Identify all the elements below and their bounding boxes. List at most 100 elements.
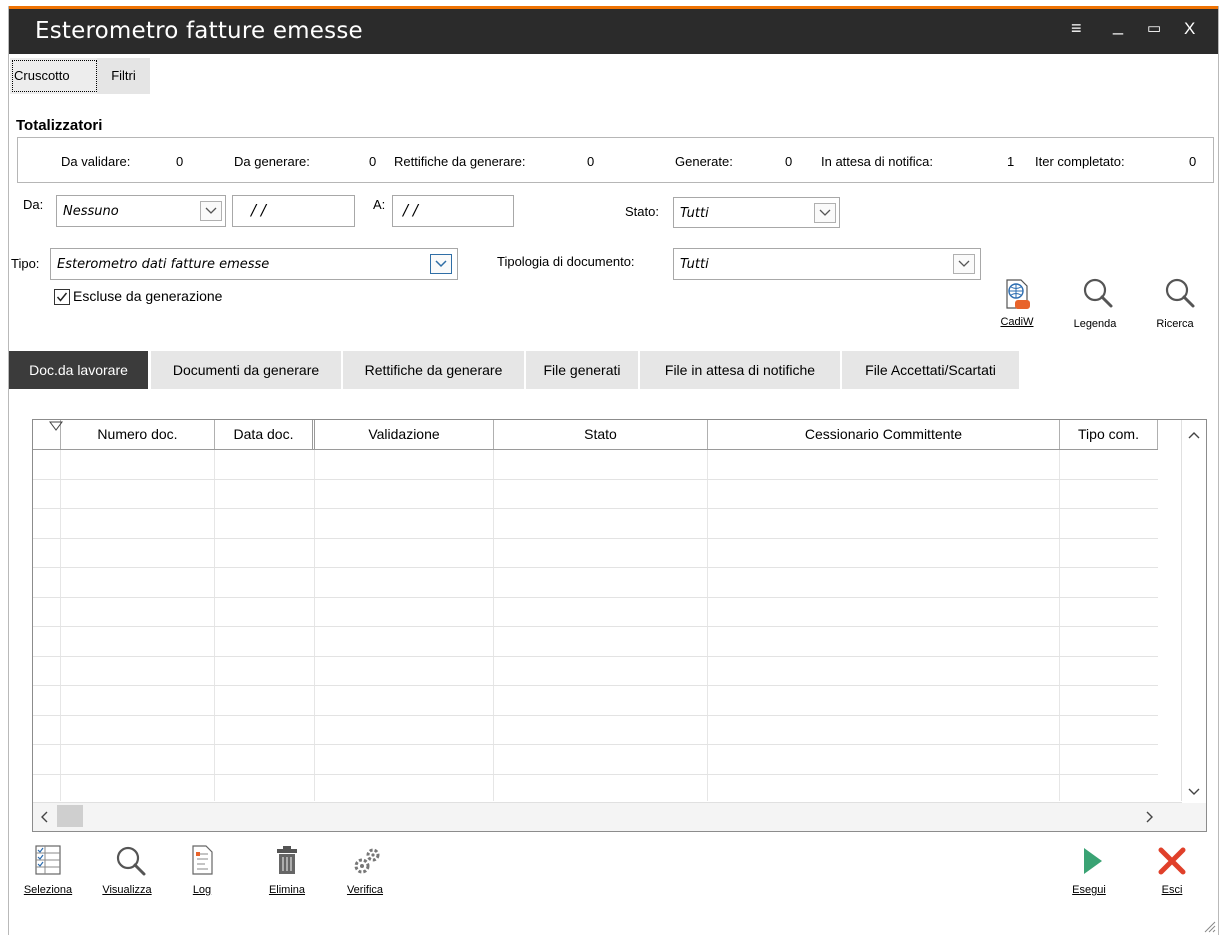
main-window: Esterometro fatture emesse ≡ _ ▭ X Crusc… <box>8 6 1219 935</box>
close-icon <box>1158 847 1186 875</box>
chevron-up-icon[interactable] <box>1188 431 1200 439</box>
trash-icon <box>277 846 297 874</box>
seleziona-button[interactable]: Seleziona <box>17 844 79 904</box>
grid-row-line <box>33 538 1158 539</box>
select-list-icon <box>35 845 61 875</box>
chevron-down-icon[interactable] <box>200 201 222 221</box>
totalizzatori-title: Totalizzatori <box>16 117 103 134</box>
tab-doc-da-lavorare[interactable]: Doc.da lavorare <box>9 351 148 389</box>
stato-label: Stato: <box>625 204 659 219</box>
col-stato[interactable]: Stato <box>494 420 708 449</box>
visualizza-label: Visualizza <box>102 884 152 896</box>
legenda-button[interactable]: Legenda <box>1067 276 1123 336</box>
grid-row-line <box>33 508 1158 509</box>
play-icon <box>1084 848 1102 874</box>
da-select-value: Nessuno <box>63 204 119 219</box>
col-cessionario[interactable]: Cessionario Committente <box>708 420 1060 449</box>
da-label: Da: <box>23 197 44 212</box>
grid-row-line <box>33 626 1158 627</box>
da-date-field[interactable]: / / <box>232 195 355 227</box>
escluse-checkbox[interactable] <box>54 289 70 305</box>
esegui-label: Esegui <box>1072 884 1106 896</box>
log-document-icon <box>192 845 213 875</box>
window-title: Esterometro fatture emesse <box>35 18 363 44</box>
chevron-left-icon[interactable] <box>40 811 48 823</box>
log-button[interactable]: Log <box>185 844 219 904</box>
chevron-down-icon[interactable] <box>1188 788 1200 796</box>
magnifier-icon <box>1165 278 1195 308</box>
tab-documenti-da-generare[interactable]: Documenti da generare <box>151 351 341 389</box>
verifica-label: Verifica <box>346 884 384 896</box>
grid-vertical-scrollbar[interactable] <box>1181 420 1206 801</box>
grid-row-line <box>33 597 1158 598</box>
minimize-icon[interactable]: _ <box>1113 15 1123 36</box>
chevron-right-icon[interactable] <box>1146 811 1154 823</box>
tipo-label: Tipo: <box>11 256 40 271</box>
col-validazione[interactable]: Validazione <box>315 420 494 449</box>
tot-iter-label: Iter completato: <box>1035 154 1125 169</box>
tab-filtri[interactable]: Filtri <box>97 58 150 94</box>
tot-da-validare-label: Da validare: <box>61 154 131 169</box>
tot-da-generare-value: 0 <box>369 154 377 169</box>
tot-in-attesa-value: 1 <box>1007 154 1015 169</box>
verifica-button[interactable]: Verifica <box>335 844 395 904</box>
tot-rettifiche-value: 0 <box>587 154 595 169</box>
col-tipo-com[interactable]: Tipo com. <box>1060 420 1158 449</box>
grid-row-line <box>33 774 1158 775</box>
esci-button[interactable]: Esci <box>1148 844 1196 904</box>
tipo-select-value: Esterometro dati fatture emesse <box>57 257 270 272</box>
grid-row-line <box>33 656 1158 657</box>
tipologia-select-value: Tutti <box>680 257 709 272</box>
stato-select[interactable]: Tutti <box>673 197 840 228</box>
tipologia-select[interactable]: Tutti <box>673 248 981 280</box>
da-select[interactable]: Nessuno <box>56 195 226 227</box>
grid-horizontal-scrollbar[interactable] <box>33 802 1182 831</box>
esci-label: Esci <box>1161 884 1183 896</box>
scroll-thumb[interactable] <box>57 805 83 827</box>
cadiw-label: CadiW <box>1000 316 1034 328</box>
magnifier-icon <box>1083 278 1113 308</box>
chevron-down-icon[interactable] <box>814 203 836 223</box>
tab-file-in-attesa[interactable]: File in attesa di notifiche <box>640 351 840 389</box>
cadiw-button[interactable]: CadiW <box>1000 278 1034 338</box>
maximize-icon[interactable]: ▭ <box>1147 19 1161 37</box>
grid-corner[interactable] <box>33 420 63 449</box>
tot-generate-label: Generate: <box>675 154 733 169</box>
totalizzatori-box: Da validare: 0 Da generare: 0 Rettifiche… <box>17 137 1214 183</box>
tot-rettifiche-label: Rettifiche da generare: <box>394 154 526 169</box>
escluse-label: Escluse da generazione <box>73 288 223 304</box>
resize-grip-icon[interactable] <box>1204 921 1216 933</box>
documents-grid[interactable]: Numero doc. Data doc. Validazione Stato … <box>32 419 1207 832</box>
tipo-select[interactable]: Esterometro dati fatture emesse <box>50 248 458 280</box>
magnifier-icon <box>116 846 146 876</box>
tot-iter-value: 0 <box>1189 154 1197 169</box>
title-bar: Esterometro fatture emesse ≡ _ ▭ X <box>9 9 1218 54</box>
grid-row-line <box>33 479 1158 480</box>
close-icon[interactable]: X <box>1184 19 1195 39</box>
menu-icon[interactable]: ≡ <box>1071 18 1082 39</box>
elimina-label: Elimina <box>268 884 306 896</box>
chevron-down-icon[interactable] <box>430 254 452 274</box>
da-date-value: / / <box>251 201 266 219</box>
tab-file-generati[interactable]: File generati <box>526 351 638 389</box>
a-label: A: <box>373 197 386 212</box>
chevron-down-icon[interactable] <box>953 254 975 274</box>
ricerca-button[interactable]: Ricerca <box>1147 276 1203 336</box>
seleziona-label: Seleziona <box>23 884 73 896</box>
grid-header: Numero doc. Data doc. Validazione Stato … <box>33 420 1158 450</box>
a-date-field[interactable]: / / <box>392 195 514 227</box>
tot-da-validare-value: 0 <box>176 154 184 169</box>
esegui-button[interactable]: Esegui <box>1059 844 1119 904</box>
visualizza-button[interactable]: Visualizza <box>93 844 161 904</box>
legenda-label: Legenda <box>1073 318 1117 330</box>
scroll-corner <box>1182 803 1206 831</box>
tipologia-label: Tipologia di documento: <box>497 254 635 269</box>
tab-cruscotto[interactable]: Cruscotto <box>10 58 99 94</box>
elimina-button[interactable]: Elimina <box>259 844 315 904</box>
grid-row-line <box>33 685 1158 686</box>
tab-file-accettati-scartati[interactable]: File Accettati/Scartati <box>842 351 1019 389</box>
tab-rettifiche-da-generare[interactable]: Rettifiche da generare <box>343 351 524 389</box>
col-numero-doc[interactable]: Numero doc. <box>61 420 215 449</box>
col-data-doc[interactable]: Data doc. <box>215 420 315 449</box>
cadiw-icon <box>1006 279 1030 309</box>
